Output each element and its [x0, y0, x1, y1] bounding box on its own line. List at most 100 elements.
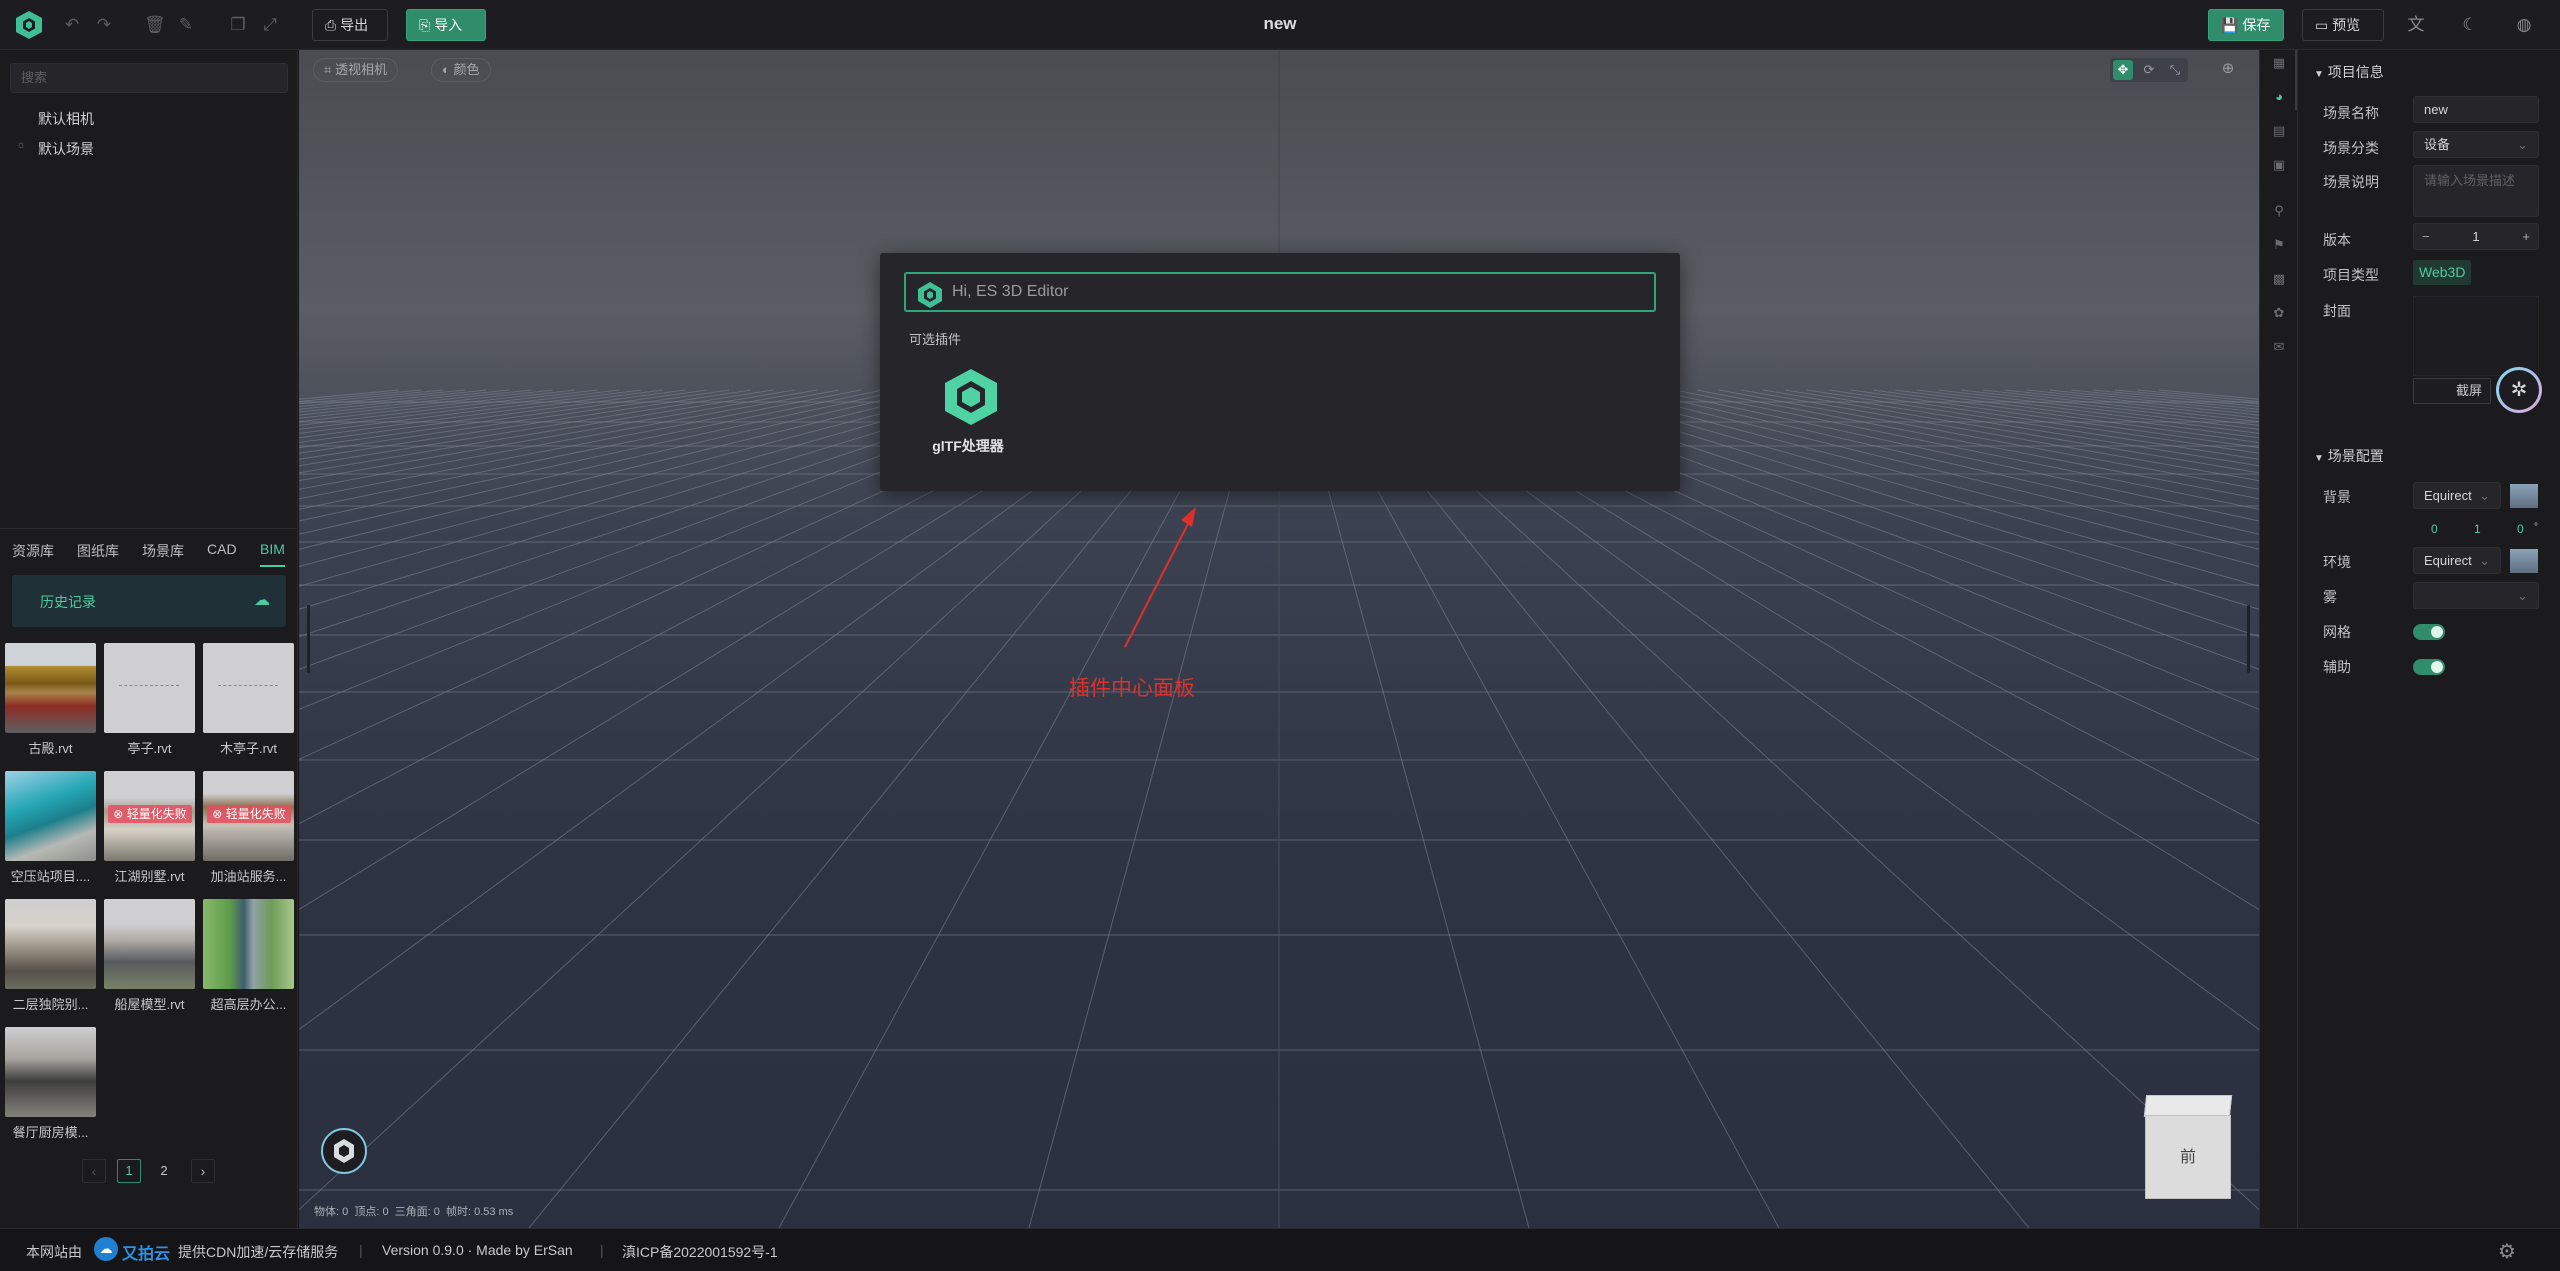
chevron-down-icon: ⌄: [2517, 588, 2528, 603]
asset-item[interactable]: 空压站项目....: [5, 771, 96, 891]
environment-select[interactable]: Equirect ⌄: [2413, 547, 2501, 574]
gltf-plugin-icon: [945, 369, 997, 425]
search-input[interactable]: 搜索: [10, 63, 288, 93]
scene-name-input[interactable]: new: [2413, 96, 2539, 123]
environment-texture-thumbnail[interactable]: [2510, 549, 2538, 573]
tab-drawings[interactable]: 图纸库: [77, 541, 119, 561]
decrement-button[interactable]: −: [2422, 224, 2430, 249]
rotation-x[interactable]: 0: [2431, 522, 2438, 536]
tab-bim[interactable]: BIM: [260, 541, 285, 567]
background-texture-thumbnail[interactable]: [2510, 484, 2538, 508]
asset-item[interactable]: 木亭子.rvt: [203, 643, 294, 763]
scene-desc-textarea[interactable]: 请输入场景描述: [2413, 165, 2539, 217]
transform-icon[interactable]: ⚲: [2270, 202, 2288, 220]
export-button[interactable]: ⎙ 导出: [312, 9, 388, 41]
project-info-section[interactable]: ▼ 项目信息: [2314, 62, 2384, 82]
moon-icon[interactable]: ☾: [2460, 15, 2480, 35]
assistant-avatar[interactable]: ✲: [2496, 367, 2542, 413]
resource-tabs: 资源库 图纸库 场景库 CAD BIM: [0, 528, 298, 570]
script-icon[interactable]: ✉: [2270, 338, 2288, 356]
scene-desc-label: 场景说明: [2323, 174, 2379, 190]
select-value: 设备: [2424, 137, 2451, 152]
screenshot-button[interactable]: 截屏: [2413, 378, 2491, 404]
rotation-y[interactable]: 1: [2474, 522, 2481, 536]
grid-view-icon[interactable]: ▦: [2270, 54, 2288, 72]
clear-icon[interactable]: ✎: [176, 15, 196, 35]
asset-item[interactable]: ⊗ 轻量化失败 江湖别墅.rvt: [104, 771, 195, 891]
animation-icon[interactable]: ✿: [2270, 304, 2288, 322]
asset-thumbnail: [203, 643, 294, 733]
fullscreen-icon[interactable]: ⤢: [260, 15, 280, 35]
view-cube-top[interactable]: [2143, 1095, 2233, 1117]
select-value: Equirect: [2424, 553, 2472, 568]
palette-icon[interactable]: ◍: [2514, 15, 2534, 35]
import-button[interactable]: ⎘ 导入: [406, 9, 486, 41]
prev-page-button[interactable]: ‹: [82, 1159, 106, 1183]
failed-badge: ⊗ 轻量化失败: [108, 805, 192, 823]
page-2[interactable]: 2: [152, 1159, 176, 1183]
cdn-brand-link[interactable]: 又拍云: [122, 1240, 170, 1264]
asset-item[interactable]: 古殿.rvt: [5, 643, 96, 763]
plugin-center-button[interactable]: [321, 1128, 367, 1174]
asset-name: 加油站服务...: [210, 869, 287, 884]
asset-name: 亭子.rvt: [127, 741, 172, 756]
scene-config-section[interactable]: ▼ 场景配置: [2314, 446, 2384, 466]
project-type-tag: Web3D: [2413, 260, 2472, 285]
scene-category-select[interactable]: 设备 ⌄: [2413, 131, 2539, 158]
next-page-button[interactable]: ›: [191, 1159, 215, 1183]
cloud-upload-icon[interactable]: ☁: [254, 590, 270, 610]
save-button[interactable]: 💾 保存: [2208, 9, 2284, 41]
delete-icon[interactable]: 🗑: [144, 15, 166, 35]
increment-button[interactable]: +: [2522, 224, 2530, 249]
asset-thumbnail: [104, 899, 195, 989]
document-icon[interactable]: ▤: [2270, 122, 2288, 140]
rotation-z[interactable]: 0: [2517, 522, 2524, 536]
redo-icon[interactable]: ↷: [94, 15, 114, 35]
version-stepper[interactable]: − 1 +: [2413, 223, 2539, 250]
image-icon[interactable]: ▣: [2270, 156, 2288, 174]
view-cube-front[interactable]: 前: [2145, 1115, 2231, 1199]
asset-item[interactable]: 船屋模型.rvt: [104, 899, 195, 1019]
asset-item[interactable]: ⊗ 轻量化失败 加油站服务...: [203, 771, 294, 891]
icp-link[interactable]: 滇ICP备2022001592号-1: [622, 1242, 778, 1262]
3d-viewport[interactable]: ⌗ 透视相机 ◐ 颜色 ✥ ⟳ ⤡ ⊕ 插件中心面板 物体: 0 顶点: 0 三…: [299, 50, 2259, 1228]
fog-select[interactable]: ⌄: [2413, 582, 2539, 609]
page-1[interactable]: 1: [117, 1159, 141, 1183]
app-logo[interactable]: [14, 10, 44, 40]
copy-icon[interactable]: ❐: [228, 15, 248, 35]
save-label: 保存: [2242, 17, 2271, 33]
render-stats: 物体: 0 顶点: 0 三角面: 0 帧时: 0.53 ms: [314, 1206, 514, 1218]
plugin-center-panel: Hi, ES 3D Editor 可选插件 glTF处理器: [880, 253, 1680, 491]
project-icon[interactable]: ◕: [2270, 88, 2288, 106]
asset-thumbnail: [104, 643, 195, 733]
settings-gear-icon[interactable]: ⚙: [2498, 1239, 2516, 1264]
chevron-down-icon: ⌄: [2479, 488, 2490, 503]
tab-scenes[interactable]: 场景库: [142, 541, 184, 561]
material-icon[interactable]: ⚑: [2270, 236, 2288, 254]
asset-item[interactable]: 二层独院别...: [5, 899, 96, 1019]
section-title: 项目信息: [2327, 64, 2384, 80]
asset-item[interactable]: 餐厅厨房模...: [5, 1027, 96, 1147]
tab-cad[interactable]: CAD: [207, 541, 237, 557]
asset-item[interactable]: 超高层办公...: [203, 899, 294, 1019]
export-icon: ⎙: [325, 17, 337, 33]
divider: |: [600, 1242, 604, 1258]
language-icon[interactable]: 文: [2406, 15, 2426, 35]
tree-item-camera[interactable]: 默认相机: [38, 109, 94, 129]
background-select[interactable]: Equirect ⌄: [2413, 482, 2501, 509]
asset-thumbnail: [5, 771, 96, 861]
preview-button[interactable]: ▭ 预览: [2302, 9, 2384, 41]
plugin-card-gltf[interactable]: glTF处理器: [920, 367, 1016, 457]
helper-toggle[interactable]: [2413, 659, 2445, 675]
tab-assets[interactable]: 资源库: [12, 541, 54, 561]
select-value: Equirect: [2424, 488, 2472, 503]
tree-item-scene[interactable]: 默认场景: [38, 139, 94, 159]
plugin-search-input[interactable]: Hi, ES 3D Editor: [904, 272, 1656, 312]
annotation-label: 插件中心面板: [1069, 677, 1195, 700]
grid-toggle[interactable]: [2413, 624, 2445, 640]
undo-icon[interactable]: ↶: [62, 15, 82, 35]
asset-item[interactable]: 亭子.rvt: [104, 643, 195, 763]
texture-icon[interactable]: ▩: [2270, 270, 2288, 288]
view-cube[interactable]: 前: [2143, 1095, 2233, 1201]
history-record-button[interactable]: 历史记录 ☁: [12, 575, 286, 627]
